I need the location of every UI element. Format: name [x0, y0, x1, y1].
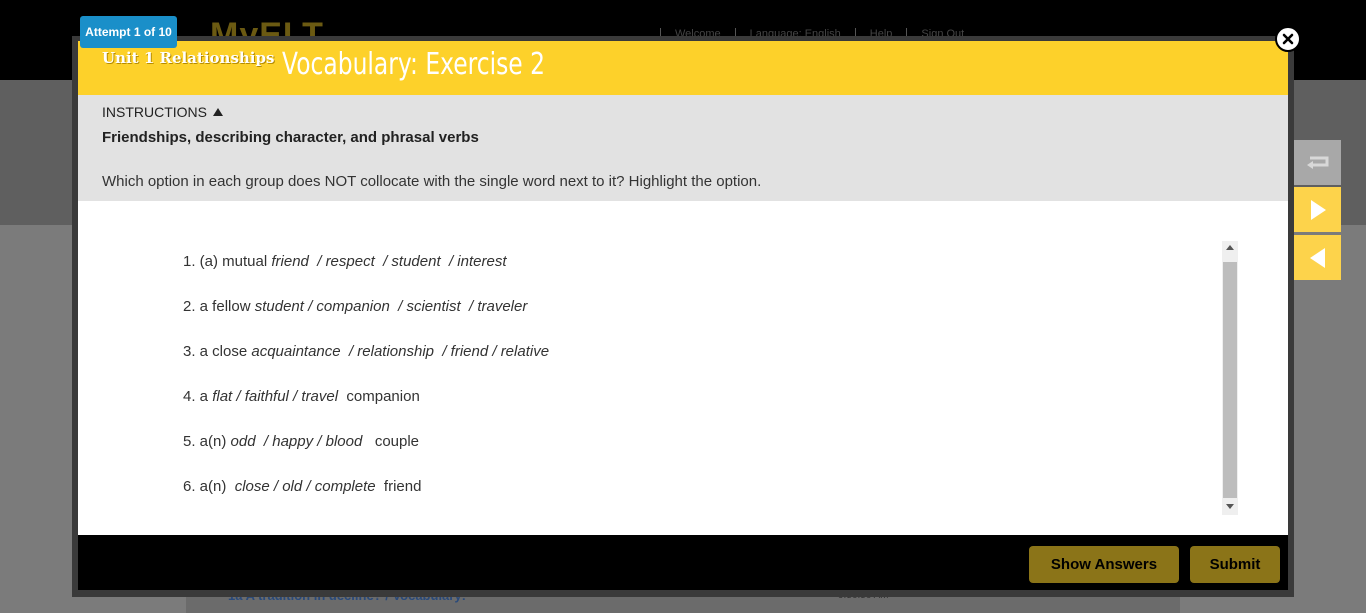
question-options[interactable]: close / old / complete — [235, 478, 376, 495]
question-prefix: 6. a(n) — [183, 478, 235, 495]
instructions-panel: INSTRUCTIONS Friendships, describing cha… — [78, 95, 1288, 201]
instructions-text: Which option in each group does NOT coll… — [102, 173, 762, 190]
question-options[interactable]: odd / happy / blood — [231, 433, 363, 450]
previous-button[interactable] — [1294, 235, 1341, 280]
scroll-down-icon[interactable] — [1226, 504, 1234, 509]
play-left-icon — [1309, 247, 1325, 268]
question-item-2: 2. a fellow student / companion / scient… — [183, 296, 549, 341]
scroll-thumb[interactable] — [1223, 262, 1237, 498]
caret-up-icon — [213, 108, 223, 116]
exercise-modal: Unit 1 Relationships Vocabulary: Exercis… — [72, 36, 1294, 597]
exercise-content: 1. (a) mutual friend / respect / student… — [78, 201, 1288, 535]
question-prefix: 4. a — [183, 388, 213, 405]
exercise-title: Vocabulary: Exercise 2 — [282, 47, 546, 82]
question-item-3: 3. a close acquaintance / relationship /… — [183, 341, 549, 386]
attempt-badge: Attempt 1 of 10 — [80, 16, 177, 48]
next-button[interactable] — [1294, 187, 1341, 232]
question-prefix: 2. a fellow — [183, 298, 255, 315]
question-item-1: 1. (a) mutual friend / respect / student… — [183, 251, 549, 296]
scroll-up-icon[interactable] — [1226, 245, 1234, 250]
question-prefix: 5. a(n) — [183, 433, 231, 450]
close-icon — [1282, 33, 1294, 45]
instructions-toggle[interactable]: INSTRUCTIONS — [102, 104, 223, 120]
question-item-6: 6. a(n) close / old / complete friend — [183, 476, 549, 521]
question-item-5: 5. a(n) odd / happy / blood couple — [183, 431, 549, 476]
return-arrow-icon — [1306, 156, 1328, 169]
question-list: 1. (a) mutual friend / respect / student… — [183, 251, 549, 521]
exercise-header: Unit 1 Relationships Vocabulary: Exercis… — [78, 41, 1288, 95]
question-item-4: 4. a flat / faithful / travel companion — [183, 386, 549, 431]
question-suffix: companion — [338, 388, 420, 405]
return-button[interactable] — [1294, 140, 1341, 185]
close-button[interactable] — [1275, 26, 1301, 52]
exercise-modal-body: Unit 1 Relationships Vocabulary: Exercis… — [78, 41, 1288, 590]
show-answers-button[interactable]: Show Answers — [1029, 546, 1179, 583]
play-right-icon — [1310, 199, 1326, 220]
content-scrollbar[interactable] — [1222, 241, 1238, 515]
question-suffix: couple — [362, 433, 420, 450]
instructions-toggle-label: INSTRUCTIONS — [102, 104, 207, 120]
instructions-heading: Friendships, describing character, and p… — [102, 129, 479, 146]
question-options[interactable]: flat / faithful / travel — [212, 388, 338, 405]
unit-label: Unit 1 Relationships — [102, 49, 275, 67]
exercise-footer: Show Answers Submit — [78, 535, 1288, 590]
question-options[interactable]: student / companion / scientist / travel… — [255, 298, 528, 315]
submit-button[interactable]: Submit — [1190, 546, 1280, 583]
question-options[interactable]: acquaintance / relationship / friend / r… — [251, 343, 549, 360]
question-options[interactable]: friend / respect / student / interest — [271, 253, 506, 270]
question-prefix: 3. a close — [183, 343, 252, 360]
question-suffix: friend — [375, 478, 422, 495]
question-prefix: 1. (a) mutual — [183, 253, 272, 270]
